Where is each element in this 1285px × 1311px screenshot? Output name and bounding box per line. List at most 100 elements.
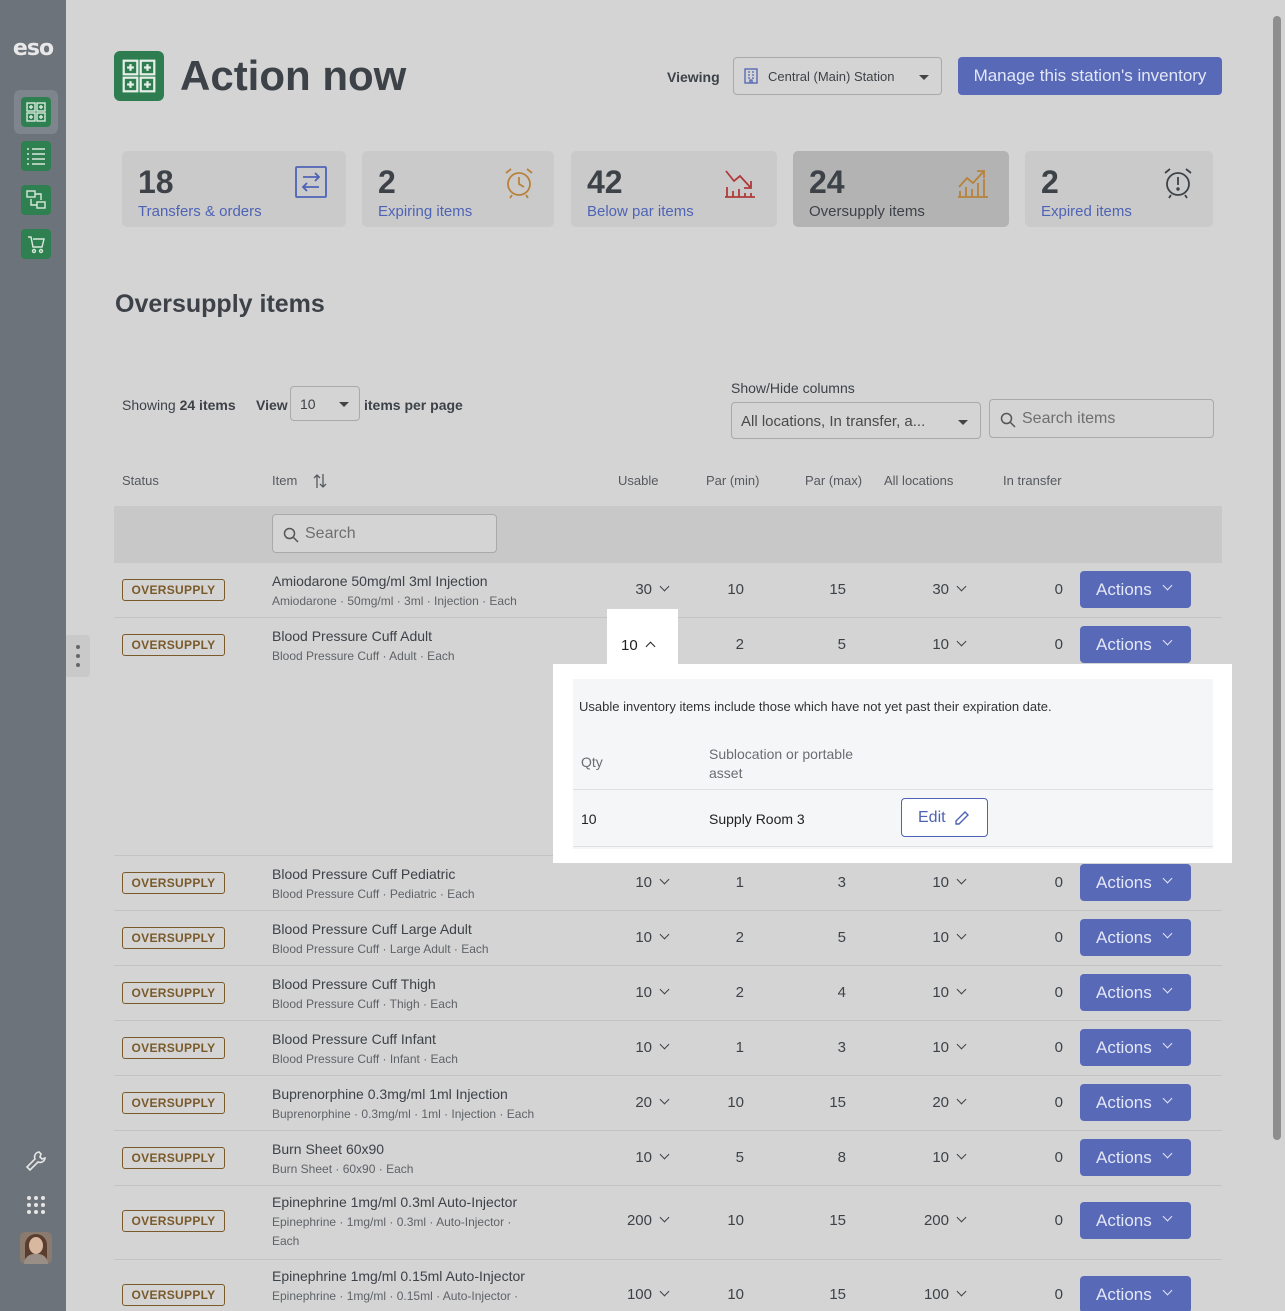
actions-button[interactable]: Actions xyxy=(1080,974,1191,1011)
user-avatar[interactable] xyxy=(20,1232,52,1264)
search-icon xyxy=(283,527,299,543)
sort-icon[interactable] xyxy=(313,473,327,489)
item-filter-input[interactable]: Search xyxy=(272,514,497,553)
par-max-value: 4 xyxy=(837,984,846,1001)
transfer-arrows-icon xyxy=(295,166,327,198)
par-min-value: 10 xyxy=(727,1212,744,1229)
usable-toggle[interactable]: 30 xyxy=(588,581,670,598)
wrench-icon[interactable] xyxy=(14,1143,58,1179)
chevron-down-icon xyxy=(659,1149,670,1160)
card-expiring-items[interactable]: 2 Expiring items xyxy=(362,151,554,227)
actions-button[interactable]: Actions xyxy=(1080,864,1191,901)
caret-down-icon xyxy=(919,75,929,80)
chevron-down-icon xyxy=(1162,1093,1173,1104)
usable-toggle-open[interactable]: 10 xyxy=(607,609,678,667)
status-badge: OVERSUPPLY xyxy=(122,634,225,656)
chevron-down-icon xyxy=(1162,1038,1173,1049)
par-min-value: 2 xyxy=(735,636,744,653)
show-hide-columns-label: Show/Hide columns xyxy=(731,380,855,396)
actions-button[interactable]: Actions xyxy=(1080,1084,1191,1121)
all-locations-toggle[interactable]: 30 xyxy=(885,581,967,598)
card-oversupply-items[interactable]: 24 Oversupply items xyxy=(793,151,1009,227)
viewing-label: Viewing xyxy=(667,69,720,85)
nav-transfers[interactable] xyxy=(14,178,58,222)
nav-action-now[interactable] xyxy=(14,90,58,134)
in-transfer-value: 0 xyxy=(1054,1149,1063,1166)
table-row: OVERSUPPLY Blood Pressure Cuff Infant Bloo… xyxy=(114,1021,1222,1076)
all-locations-toggle[interactable]: 200 xyxy=(885,1212,967,1229)
all-locations-toggle[interactable]: 10 xyxy=(885,1149,967,1166)
all-locations-toggle[interactable]: 10 xyxy=(885,874,967,891)
par-min-value: 10 xyxy=(727,1286,744,1303)
nav-list[interactable] xyxy=(14,134,58,178)
all-locations-toggle[interactable]: 10 xyxy=(885,636,967,653)
location-value: Supply Room 3 xyxy=(709,811,805,827)
per-page-select[interactable]: 10 xyxy=(290,386,360,421)
nav-cart[interactable] xyxy=(14,222,58,266)
actions-button[interactable]: Actions xyxy=(1080,1276,1191,1311)
chevron-down-icon xyxy=(956,1212,967,1223)
station-select[interactable]: Central (Main) Station xyxy=(733,57,942,95)
apps-grid-icon[interactable] xyxy=(14,1187,58,1223)
chevron-down-icon xyxy=(1162,873,1173,884)
chevron-down-icon xyxy=(1162,928,1173,939)
view-label: View xyxy=(256,397,288,413)
chevron-down-icon xyxy=(659,581,670,592)
edit-button[interactable]: Edit xyxy=(901,798,988,837)
qty-value: 10 xyxy=(581,811,597,827)
in-transfer-value: 0 xyxy=(1054,1094,1063,1111)
card-count: 24 xyxy=(809,164,845,200)
card-count: 42 xyxy=(587,164,623,200)
up-trend-chart-icon xyxy=(958,170,988,198)
item-name: Buprenorphine 0.3mg/ml 1ml Injection xyxy=(272,1086,508,1102)
chevron-down-icon xyxy=(956,929,967,940)
card-expired-items[interactable]: 2 Expired items xyxy=(1025,151,1213,227)
card-below-par-items[interactable]: 42 Below par items xyxy=(571,151,777,227)
actions-button[interactable]: Actions xyxy=(1080,919,1191,956)
item-description: Amiodarone · 50mg/ml · 3ml · Injection ·… xyxy=(272,594,517,608)
usable-toggle[interactable]: 10 xyxy=(588,1149,670,1166)
status-badge: OVERSUPPLY xyxy=(122,579,225,601)
all-locations-toggle[interactable]: 10 xyxy=(885,984,967,1001)
sidebar-collapse-handle[interactable] xyxy=(66,635,90,677)
usable-toggle[interactable]: 200 xyxy=(588,1212,670,1229)
usable-toggle[interactable]: 10 xyxy=(588,929,670,946)
in-transfer-value: 0 xyxy=(1054,929,1063,946)
actions-button[interactable]: Actions xyxy=(1080,1202,1191,1239)
usable-toggle[interactable]: 10 xyxy=(588,1039,670,1056)
par-max-value: 3 xyxy=(837,874,846,891)
chevron-down-icon xyxy=(956,1286,967,1297)
actions-button[interactable]: Actions xyxy=(1080,626,1191,663)
usable-toggle[interactable]: 100 xyxy=(588,1286,670,1303)
actions-button[interactable]: Actions xyxy=(1080,1139,1191,1176)
actions-button[interactable]: Actions xyxy=(1080,571,1191,608)
search-items-input[interactable]: Search items xyxy=(989,399,1214,438)
actions-button[interactable]: Actions xyxy=(1080,1029,1191,1066)
card-label: Below par items xyxy=(587,203,694,220)
usable-toggle[interactable]: 20 xyxy=(588,1094,670,1111)
card-transfers-orders[interactable]: 18 Transfers & orders xyxy=(122,151,346,227)
chevron-down-icon xyxy=(1162,1148,1173,1159)
all-locations-toggle[interactable]: 10 xyxy=(885,929,967,946)
item-description: Burn Sheet · 60x90 · Each xyxy=(272,1162,414,1176)
cart-icon xyxy=(21,229,51,259)
col-header-item[interactable]: Item xyxy=(272,473,297,488)
card-count: 2 xyxy=(1041,164,1059,200)
usable-toggle[interactable]: 10 xyxy=(588,874,670,891)
item-description: Blood Pressure Cuff · Adult · Each xyxy=(272,649,455,663)
manage-inventory-button[interactable]: Manage this station's inventory xyxy=(958,57,1222,95)
chevron-down-icon xyxy=(956,1149,967,1160)
columns-select[interactable]: All locations, In transfer, a... xyxy=(731,402,981,439)
usable-toggle[interactable]: 10 xyxy=(588,984,670,1001)
list-icon xyxy=(21,141,51,171)
scrollbar[interactable] xyxy=(1273,16,1281,1140)
all-locations-toggle[interactable]: 100 xyxy=(885,1286,967,1303)
all-locations-toggle[interactable]: 10 xyxy=(885,1039,967,1056)
par-max-value: 15 xyxy=(829,1094,846,1111)
search-items-placeholder: Search items xyxy=(1022,410,1116,427)
chevron-down-icon xyxy=(659,929,670,940)
all-locations-toggle[interactable]: 20 xyxy=(885,1094,967,1111)
status-badge: OVERSUPPLY xyxy=(122,1092,225,1114)
item-filter-placeholder: Search xyxy=(305,525,356,542)
table-row: OVERSUPPLY Buprenorphine 0.3mg/ml 1ml Inj… xyxy=(114,1076,1222,1131)
